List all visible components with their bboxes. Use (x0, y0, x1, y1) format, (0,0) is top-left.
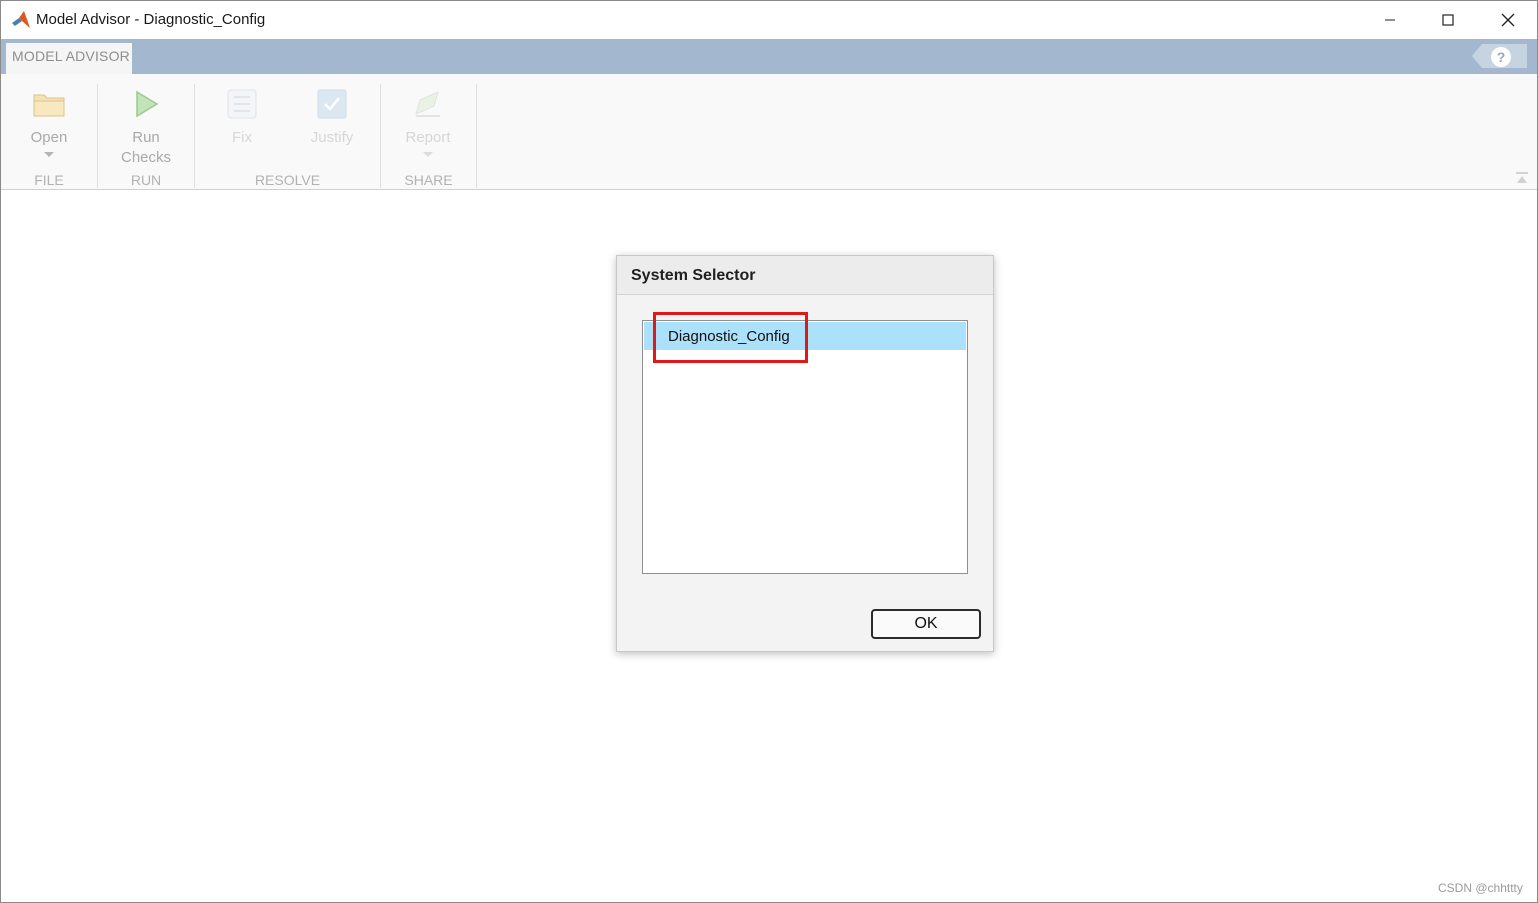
close-button[interactable] (1479, 1, 1537, 39)
fix-button[interactable]: Fix (207, 84, 277, 148)
system-selector-dialog: System Selector Diagnostic_Config OK (616, 255, 994, 652)
ribbon-group-file: Open FILE (1, 84, 98, 188)
report-icon (415, 91, 440, 117)
ribbon-toolstrip: Open FILE Run Checks RUN Fix Justify RES… (1, 74, 1537, 190)
tab-model-advisor[interactable]: MODEL ADVISOR (6, 43, 132, 74)
help-button[interactable]: ? (1491, 47, 1511, 67)
ribbon-tab-strip: MODEL ADVISOR ? (1, 39, 1537, 74)
dialog-header: System Selector (617, 256, 993, 295)
chevron-down-icon (423, 152, 433, 157)
minimize-button[interactable] (1361, 1, 1419, 39)
chevron-down-icon (44, 152, 54, 157)
close-icon (1501, 13, 1515, 27)
list-item[interactable]: Diagnostic_Config (644, 312, 966, 363)
maximize-button[interactable] (1419, 1, 1477, 39)
run-label-line2: Checks (120, 149, 172, 166)
ok-button[interactable]: OK (871, 609, 981, 639)
play-icon (136, 90, 159, 118)
fix-label: Fix (232, 129, 252, 146)
annotation-highlight-box (653, 312, 808, 363)
title-bar: Model Advisor - Diagnostic_Config (1, 1, 1537, 39)
checklist-icon (227, 89, 257, 119)
open-label: Open (30, 129, 68, 146)
minimize-icon (1385, 19, 1395, 21)
watermark: CSDN @chhttty (1438, 881, 1523, 895)
run-checks-button[interactable]: Run Checks (112, 84, 180, 168)
window-title: Model Advisor - Diagnostic_Config (36, 11, 266, 28)
dialog-title: System Selector (631, 267, 756, 284)
report-button[interactable]: Report (393, 84, 463, 157)
justify-check-icon (317, 89, 347, 119)
justify-label: Justify (310, 129, 354, 146)
report-label: Report (405, 129, 451, 146)
collapse-ribbon-icon[interactable] (1514, 170, 1530, 186)
system-list[interactable]: Diagnostic_Config (642, 312, 968, 574)
ribbon-group-share: Report SHARE (381, 84, 477, 188)
group-label-file: FILE (34, 172, 64, 188)
ribbon-group-resolve: Fix Justify RESOLVE (195, 84, 381, 188)
matlab-logo-icon (12, 11, 30, 28)
run-label-line1: Run (132, 129, 160, 146)
model-advisor-window: Model Advisor - Diagnostic_Config MODEL … (0, 0, 1538, 903)
open-button[interactable]: Open (15, 84, 83, 157)
maximize-icon (1442, 14, 1454, 26)
ribbon-group-run: Run Checks RUN (98, 84, 195, 188)
folder-icon (33, 94, 65, 117)
group-label-resolve: RESOLVE (254, 172, 321, 188)
justify-button[interactable]: Justify (295, 84, 369, 148)
group-label-share: SHARE (404, 172, 453, 188)
group-label-run: RUN (130, 172, 162, 188)
